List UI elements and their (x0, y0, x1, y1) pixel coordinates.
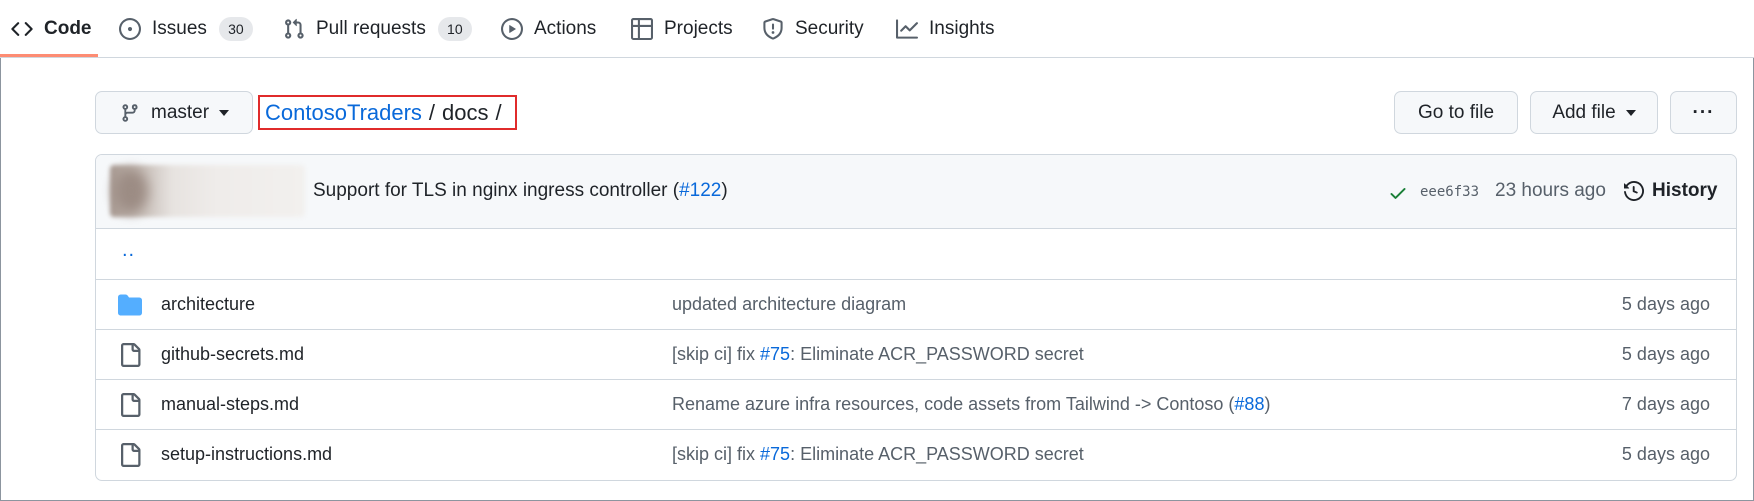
more-options-button[interactable]: ··· (1670, 91, 1737, 134)
parent-directory-row: .. (96, 229, 1736, 279)
git-pull-request-icon (285, 18, 304, 39)
file-name-link[interactable]: github-secrets.md (161, 344, 304, 365)
file-commit-message[interactable]: updated architecture diagram (672, 294, 906, 315)
commit-time: 23 hours ago (1495, 180, 1606, 201)
latest-commit-message[interactable]: Support for TLS in nginx ingress control… (313, 180, 728, 202)
file-commit-message[interactable]: [skip ci] fix #75: Eliminate ACR_PASSWOR… (672, 444, 1084, 465)
file-commit-age: 5 days ago (1621, 444, 1710, 464)
breadcrumb-separator: / (428, 99, 436, 125)
go-to-file-button[interactable]: Go to file (1394, 91, 1518, 134)
issues-counter: 30 (218, 17, 253, 41)
shield-icon (763, 18, 783, 40)
tab-actions[interactable]: Actions (501, 0, 596, 58)
table-icon (631, 18, 653, 40)
tab-label: Insights (929, 18, 995, 39)
commit-issue-link[interactable]: #75 (760, 344, 790, 364)
add-file-button[interactable]: Add file (1530, 91, 1658, 134)
file-list: Support for TLS in nginx ingress control… (95, 154, 1737, 481)
history-icon (1624, 181, 1644, 201)
tab-pull-requests[interactable]: Pull requests 10 (283, 0, 472, 58)
tab-label: Code (44, 18, 92, 39)
file-commit-age: 5 days ago (1621, 294, 1710, 314)
file-row-manual-steps: manual-steps.md Rename azure infra resou… (96, 379, 1736, 429)
tab-label: Security (795, 18, 864, 39)
file-icon (121, 443, 141, 467)
selected-tab-indicator (0, 54, 98, 57)
history-link[interactable]: History (1624, 180, 1717, 202)
add-file-label: Add file (1552, 101, 1616, 123)
tab-code[interactable]: Code (11, 0, 92, 58)
git-branch-icon (122, 103, 138, 122)
breadcrumb-repo-link[interactable]: ContosoTraders (265, 100, 422, 126)
file-commit-age: 5 days ago (1621, 344, 1710, 364)
file-icon (121, 393, 141, 417)
tab-issues[interactable]: Issues 30 (119, 0, 253, 58)
check-icon (1390, 188, 1406, 199)
tab-label: Pull requests (316, 18, 426, 39)
commit-issue-link[interactable]: #75 (760, 444, 790, 464)
commit-sha-link[interactable]: eee6f33 (1420, 184, 1479, 200)
file-icon (121, 343, 141, 367)
chevron-down-icon (1625, 109, 1636, 116)
file-commit-message[interactable]: Rename azure infra resources, code asset… (672, 394, 1270, 415)
tab-label: Projects (664, 18, 733, 39)
graph-icon (896, 19, 918, 39)
tab-label: Actions (534, 18, 597, 39)
file-row-github-secrets: github-secrets.md [skip ci] fix #75: Eli… (96, 329, 1736, 379)
chevron-down-icon (219, 109, 230, 116)
branch-name: master (151, 101, 210, 123)
tab-projects[interactable]: Projects (631, 0, 733, 58)
file-name-link[interactable]: manual-steps.md (161, 394, 299, 415)
folder-icon (118, 294, 142, 316)
play-icon (501, 18, 523, 40)
file-name-link[interactable]: architecture (161, 294, 255, 315)
kebab-horizontal-icon: ··· (1692, 101, 1715, 123)
code-icon (11, 22, 33, 36)
tab-label: Issues (152, 18, 207, 39)
breadcrumb-current-folder: docs (442, 99, 489, 125)
history-label: History (1652, 180, 1718, 201)
parent-directory-link[interactable]: .. (122, 239, 135, 262)
commit-pr-link[interactable]: #88 (1234, 394, 1264, 414)
breadcrumb: ContosoTraders / docs / (258, 95, 517, 130)
repo-nav: Code Issues 30 Pull requests 10 Actions … (0, 0, 1754, 58)
avatar (114, 169, 148, 213)
tab-security[interactable]: Security (762, 0, 864, 58)
pull-requests-counter: 10 (437, 17, 472, 41)
commit-pr-link[interactable]: #122 (679, 180, 721, 201)
tab-insights[interactable]: Insights (896, 0, 994, 58)
file-commit-message[interactable]: [skip ci] fix #75: Eliminate ACR_PASSWOR… (672, 344, 1084, 365)
breadcrumb-separator: / (495, 99, 502, 125)
file-commit-age: 7 days ago (1621, 394, 1710, 414)
file-row-setup-instructions: setup-instructions.md [skip ci] fix #75:… (96, 429, 1736, 479)
branch-select-button[interactable]: master (95, 91, 253, 134)
file-row-architecture: architecture updated architecture diagra… (96, 279, 1736, 329)
go-to-file-label: Go to file (1417, 101, 1495, 123)
issue-opened-icon (119, 18, 141, 40)
file-name-link[interactable]: setup-instructions.md (161, 444, 332, 465)
latest-commit-bar: Support for TLS in nginx ingress control… (96, 155, 1736, 229)
